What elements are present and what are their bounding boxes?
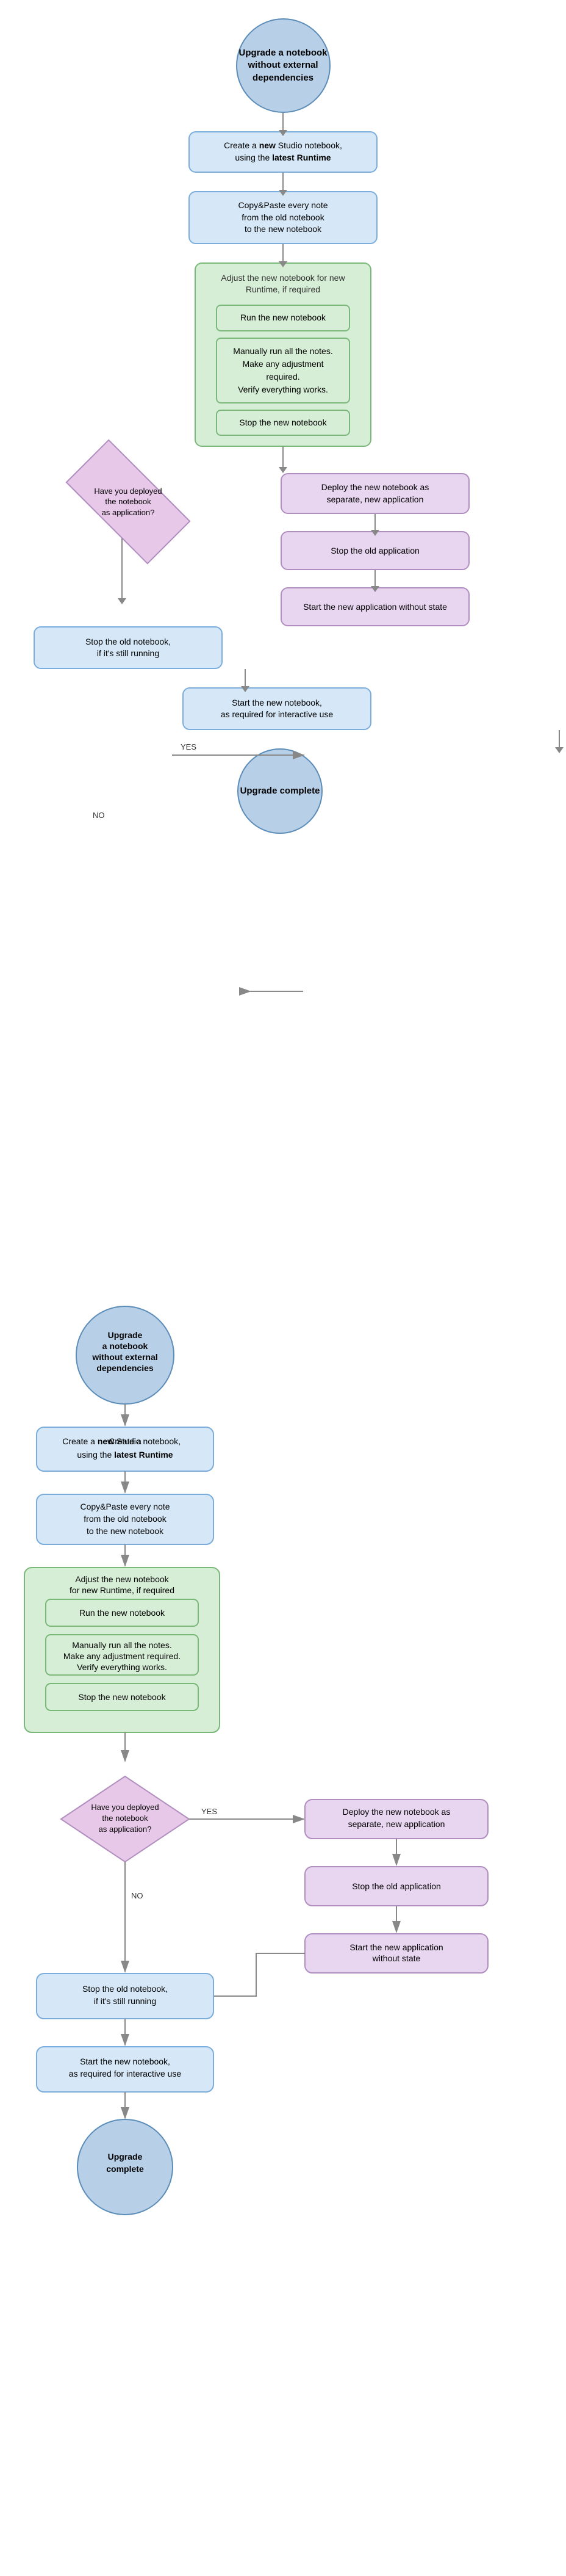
arrow-3 [282,244,284,262]
svg-text:Verify everything works.: Verify everything works. [77,1662,167,1672]
step1-box: Create a new Studio notebook,using the l… [188,131,378,173]
svg-text:Stop the old notebook,: Stop the old notebook, [82,1984,168,1994]
start-new-app-text: Start the new application without state [303,601,447,613]
arrow-right-1 [374,514,376,531]
arrow-2 [282,173,284,191]
right-branch: Deploy the new notebook asseparate, new … [244,468,506,626]
svg-text:if it's still running: if it's still running [94,1996,156,2006]
svg-text:Deploy the new notebook as: Deploy the new notebook as [343,1807,451,1817]
svg-text:a notebook: a notebook [102,1341,148,1351]
arrow-1 [282,113,284,131]
svg-text:Run the new notebook: Run the new notebook [79,1608,165,1618]
arrow-right-2 [374,570,376,587]
start-new-notebook-text: Start the new notebook,as required for i… [221,697,333,721]
no-arrow [121,538,123,599]
svg-text:Start the new notebook,: Start the new notebook, [80,2057,170,2066]
svg-text:Upgrade: Upgrade [108,2152,143,2162]
manually-run-box: Manually run all the notes.Make any adju… [216,338,350,403]
svg-text:separate, new application: separate, new application [348,1819,445,1829]
step1-text: Create a new Studio notebook,using the l… [224,140,342,164]
svg-text:Start the new application: Start the new application [349,1942,443,1952]
deploy-box: Deploy the new notebook asseparate, new … [281,473,470,514]
step2-box: Copy&Paste every notefrom the old notebo… [188,191,378,244]
decision-text: Have you deployedthe notebookas applicat… [79,486,177,518]
arrow-4 [282,447,284,468]
start-new-app-box: Start the new application without state [281,587,470,626]
svg-text:Stop the old application: Stop the old application [352,1881,441,1891]
svg-text:the notebook: the notebook [102,1814,148,1823]
green-group-label: Adjust the new notebook for new Runtime,… [206,272,360,296]
svg-text:YES: YES [181,742,196,751]
decision-diamond: Have you deployedthe notebookas applicat… [61,468,195,535]
start-new-notebook-box: Start the new notebook,as required for i… [182,687,371,730]
svg-text:dependencies: dependencies [96,1363,154,1373]
svg-text:using the latest Runtime: using the latest Runtime [77,1450,173,1460]
stop-old-col: Stop the old notebook,if it's still runn… [0,626,244,669]
svg-text:as application?: as application? [99,1825,152,1834]
decision-row: Have you deployedthe notebookas applicat… [0,468,566,626]
svg-text:complete: complete [106,2164,144,2174]
deploy-text: Deploy the new notebook asseparate, new … [321,482,429,505]
run-notebook-box: Run the new notebook [216,305,350,331]
svg-text:Upgrade: Upgrade [108,1330,143,1340]
svg-text:without external: without external [91,1352,157,1362]
svg-text:Adjust the new notebook: Adjust the new notebook [75,1574,169,1584]
svg-text:Make any adjustment required.: Make any adjustment required. [63,1651,181,1661]
start-node: Upgrade a notebook without external depe… [236,18,331,113]
right-spacer [244,626,506,669]
step2-text: Copy&Paste every notefrom the old notebo… [238,200,328,236]
svg-text:as required for interactive us: as required for interactive use [69,2069,182,2079]
svg-text:Copy&Paste every note: Copy&Paste every note [80,1502,170,1511]
manually-run-text: Manually run all the notes.Make any adju… [227,345,339,396]
start-new-notebook-wrapper: Start the new notebook,as required for i… [182,687,378,730]
stop-old-app-box: Stop the old application [281,531,470,570]
arrow-5 [245,669,246,687]
stop-old-notebook-box: Stop the old notebook,if it's still runn… [34,626,223,669]
svg-text:for new Runtime, if required: for new Runtime, if required [70,1585,174,1595]
stop-old-app-text: Stop the old application [331,545,420,557]
stop-old-notebook-text: Stop the old notebook,if it's still runn… [85,636,171,660]
svg-text:NO: NO [131,1891,143,1900]
svg-text:NO: NO [93,811,105,820]
svg-text:YES: YES [201,1807,217,1816]
svg-text:from the old notebook: from the old notebook [84,1514,167,1524]
end-node: Upgrade complete [237,748,323,834]
arrow-6 [559,730,560,748]
end-title: Upgrade complete [240,785,320,797]
stop-new-notebook-box: Stop the new notebook [216,410,350,436]
svg-text:to the new notebook: to the new notebook [87,1526,164,1536]
start-title: Upgrade a notebook without external depe… [237,47,329,84]
green-group: Adjust the new notebook for new Runtime,… [195,262,371,447]
stop-old-row: Stop the old notebook,if it's still runn… [0,626,566,669]
svg-text:without state: without state [372,1953,421,1963]
svg-text:Create a new Studio notebook,: Create a new Studio notebook, [62,1436,187,1446]
svg-text:Manually run all the notes.: Manually run all the notes. [72,1640,171,1650]
svg-text:Have you deployed: Have you deployed [91,1803,159,1812]
left-branch: Have you deployedthe notebookas applicat… [0,468,244,599]
svg-text:Stop the new notebook: Stop the new notebook [78,1692,166,1702]
flowchart: YES NO Upgrade a notebook without extern… [0,0,566,1288]
